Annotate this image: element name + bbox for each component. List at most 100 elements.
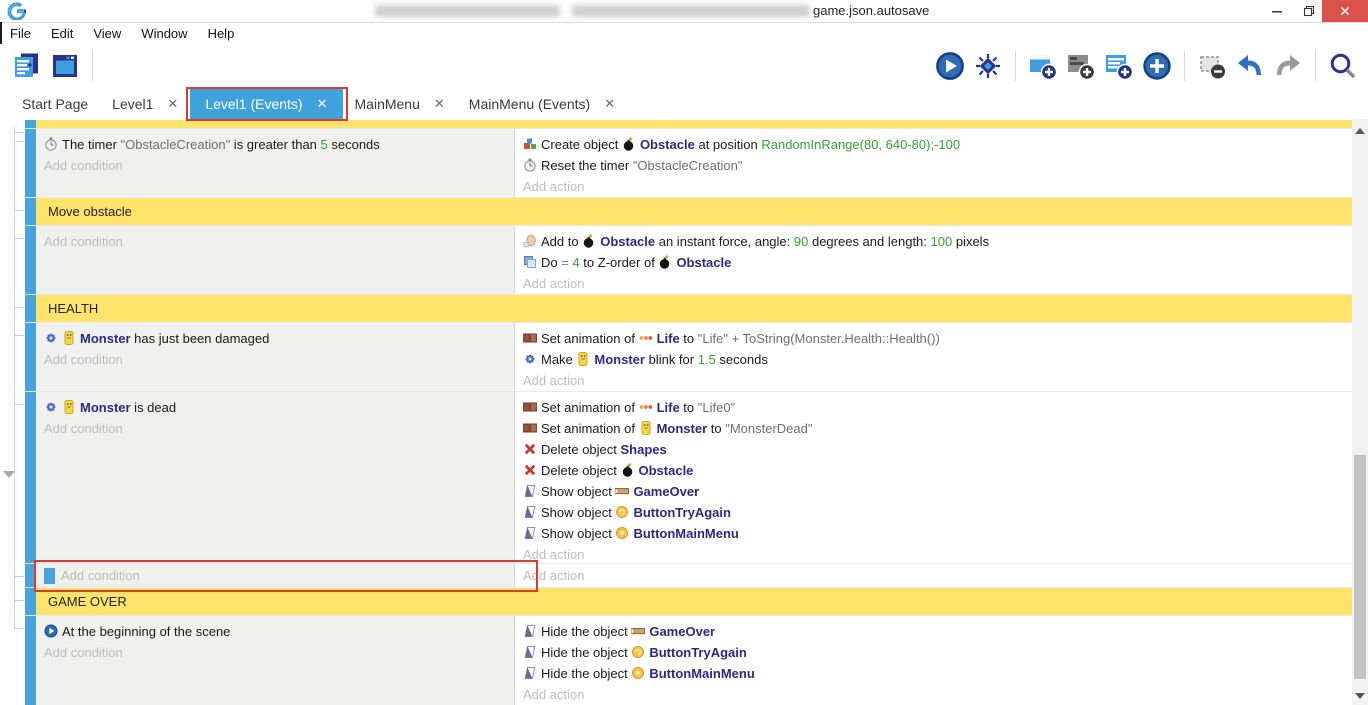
- debugger-icon[interactable]: [973, 51, 1003, 81]
- action-item[interactable]: Hide the object ButtonMainMenu: [515, 663, 1352, 684]
- menu-item-window[interactable]: Window: [139, 26, 197, 41]
- event-selection-bar[interactable]: [25, 564, 36, 587]
- add-action-link[interactable]: Add action: [515, 370, 1352, 391]
- action-item[interactable]: Create object Obstacle at position Rando…: [515, 134, 1352, 155]
- add-comment-icon[interactable]: [1104, 51, 1134, 81]
- event-selection-bar[interactable]: [25, 120, 36, 128]
- event-selection-bar[interactable]: [25, 295, 36, 322]
- add-action-link[interactable]: Add action: [515, 684, 1352, 705]
- conditions-cell[interactable]: Add condition: [36, 564, 515, 587]
- event-selection-bar[interactable]: [25, 392, 36, 563]
- group-row-partial[interactable]: [25, 120, 1352, 128]
- conditions-cell[interactable]: The timer "ObstacleCreation" is greater …: [36, 129, 515, 197]
- play-icon[interactable]: [935, 51, 965, 81]
- group-row[interactable]: HEALTH: [25, 295, 1352, 322]
- tab-mainmenu[interactable]: MainMenu✕: [343, 88, 457, 119]
- menu-item-file[interactable]: File: [8, 26, 41, 41]
- restore-button[interactable]: [1294, 0, 1324, 22]
- scrollbar-thumb[interactable]: [1354, 455, 1366, 679]
- tab-start-page[interactable]: Start Page: [10, 88, 100, 119]
- action-item[interactable]: Show object ButtonTryAgain: [515, 502, 1352, 523]
- vertical-scrollbar[interactable]: [1352, 119, 1368, 705]
- actions-cell[interactable]: Add to Obstacle an instant force, angle:…: [515, 226, 1352, 294]
- minimize-button[interactable]: [1262, 0, 1292, 22]
- event-row[interactable]: Add conditionAdd action: [25, 564, 1352, 587]
- event-selection-bar[interactable]: [25, 616, 36, 705]
- redo-icon[interactable]: [1273, 51, 1303, 81]
- actions-cell[interactable]: Set animation of Life to "Life0"Set anim…: [515, 392, 1352, 563]
- condition-item[interactable]: Monster is dead: [36, 397, 514, 418]
- add-action-link[interactable]: Add action: [515, 176, 1352, 197]
- action-item[interactable]: Hide the object ButtonTryAgain: [515, 642, 1352, 663]
- add-action-link[interactable]: Add action: [515, 273, 1352, 294]
- add-condition-link[interactable]: Add condition: [36, 231, 514, 252]
- action-item[interactable]: Set animation of Life to "Life" + ToStri…: [515, 328, 1352, 349]
- group-row[interactable]: Move obstacle: [25, 198, 1352, 225]
- event-row[interactable]: The timer "ObstacleCreation" is greater …: [25, 129, 1352, 197]
- add-condition-link[interactable]: Add condition: [36, 155, 514, 176]
- group-header[interactable]: Move obstacle: [36, 198, 1352, 225]
- actions-cell[interactable]: Create object Obstacle at position Rando…: [515, 129, 1352, 197]
- event-selection-bar[interactable]: [25, 226, 36, 294]
- action-item[interactable]: Set animation of Life to "Life0": [515, 397, 1352, 418]
- scene-editor-icon[interactable]: [50, 51, 80, 81]
- conditions-cell[interactable]: Monster is deadAdd condition: [36, 392, 515, 563]
- event-drag-handle[interactable]: [44, 568, 55, 584]
- add-condition-link[interactable]: Add condition: [36, 642, 514, 663]
- action-item[interactable]: Delete object Shapes: [515, 439, 1352, 460]
- actions-cell[interactable]: Add action: [515, 564, 1352, 587]
- group-row[interactable]: GAME OVER: [25, 588, 1352, 615]
- action-item[interactable]: Make Monster blink for 1.5 seconds: [515, 349, 1352, 370]
- action-item[interactable]: Show object ButtonMainMenu: [515, 523, 1352, 544]
- tab-close-icon[interactable]: ✕: [167, 96, 178, 112]
- actions-cell[interactable]: Hide the object GameOverHide the object …: [515, 616, 1352, 705]
- add-action-link[interactable]: Add action: [515, 544, 1352, 563]
- tab-level1-events[interactable]: Level1 (Events)✕: [190, 88, 342, 119]
- menu-item-help[interactable]: Help: [206, 26, 245, 41]
- menu-item-view[interactable]: View: [91, 26, 131, 41]
- project-manager-icon[interactable]: [12, 51, 42, 81]
- conditions-cell[interactable]: Add condition: [36, 226, 515, 294]
- tab-level1[interactable]: Level1✕: [100, 88, 190, 119]
- scroll-down-arrow-icon[interactable]: [1355, 693, 1365, 699]
- add-event-icon[interactable]: [1028, 51, 1058, 81]
- group-header[interactable]: HEALTH: [36, 295, 1352, 322]
- add-subevent-icon[interactable]: [1066, 51, 1096, 81]
- action-item[interactable]: Show object GameOver: [515, 481, 1352, 502]
- event-selection-bar[interactable]: [25, 588, 36, 615]
- collapse-arrow-icon[interactable]: [3, 471, 15, 478]
- add-condition-link[interactable]: Add condition: [36, 564, 514, 587]
- event-row[interactable]: Monster has just been damagedAdd conditi…: [25, 323, 1352, 391]
- condition-item[interactable]: At the beginning of the scene: [36, 621, 514, 642]
- tab-close-icon[interactable]: ✕: [434, 96, 445, 112]
- condition-item[interactable]: The timer "ObstacleCreation" is greater …: [36, 134, 514, 155]
- menu-item-edit[interactable]: Edit: [49, 26, 83, 41]
- conditions-cell[interactable]: Monster has just been damagedAdd conditi…: [36, 323, 515, 391]
- tab-close-icon[interactable]: ✕: [604, 96, 615, 112]
- add-condition-link[interactable]: Add condition: [36, 418, 514, 439]
- event-row[interactable]: Monster is deadAdd conditionSet animatio…: [25, 392, 1352, 563]
- add-condition-link[interactable]: Add condition: [36, 349, 514, 370]
- condition-item[interactable]: Monster has just been damaged: [36, 328, 514, 349]
- event-row[interactable]: Add conditionAdd to Obstacle an instant …: [25, 226, 1352, 294]
- group-header[interactable]: [36, 120, 1352, 128]
- add-circle-icon[interactable]: [1142, 51, 1172, 81]
- add-action-link[interactable]: Add action: [515, 564, 1352, 587]
- event-selection-bar[interactable]: [25, 198, 36, 225]
- tab-mainmenu-events[interactable]: MainMenu (Events)✕: [457, 88, 627, 119]
- group-header[interactable]: GAME OVER: [36, 588, 1352, 615]
- scroll-up-arrow-icon[interactable]: [1355, 128, 1365, 134]
- action-item[interactable]: Reset the timer "ObstacleCreation": [515, 155, 1352, 176]
- event-row[interactable]: At the beginning of the sceneAdd conditi…: [25, 616, 1352, 705]
- actions-cell[interactable]: Set animation of Life to "Life" + ToStri…: [515, 323, 1352, 391]
- action-item[interactable]: Set animation of Monster to "MonsterDead…: [515, 418, 1352, 439]
- close-button[interactable]: [1322, 0, 1368, 22]
- remove-event-icon[interactable]: [1197, 51, 1227, 81]
- conditions-cell[interactable]: At the beginning of the sceneAdd conditi…: [36, 616, 515, 705]
- search-icon[interactable]: [1328, 51, 1358, 81]
- undo-icon[interactable]: [1235, 51, 1265, 81]
- tab-close-icon[interactable]: ✕: [317, 96, 328, 112]
- action-item[interactable]: Add to Obstacle an instant force, angle:…: [515, 231, 1352, 252]
- event-selection-bar[interactable]: [25, 323, 36, 391]
- action-item[interactable]: Delete object Obstacle: [515, 460, 1352, 481]
